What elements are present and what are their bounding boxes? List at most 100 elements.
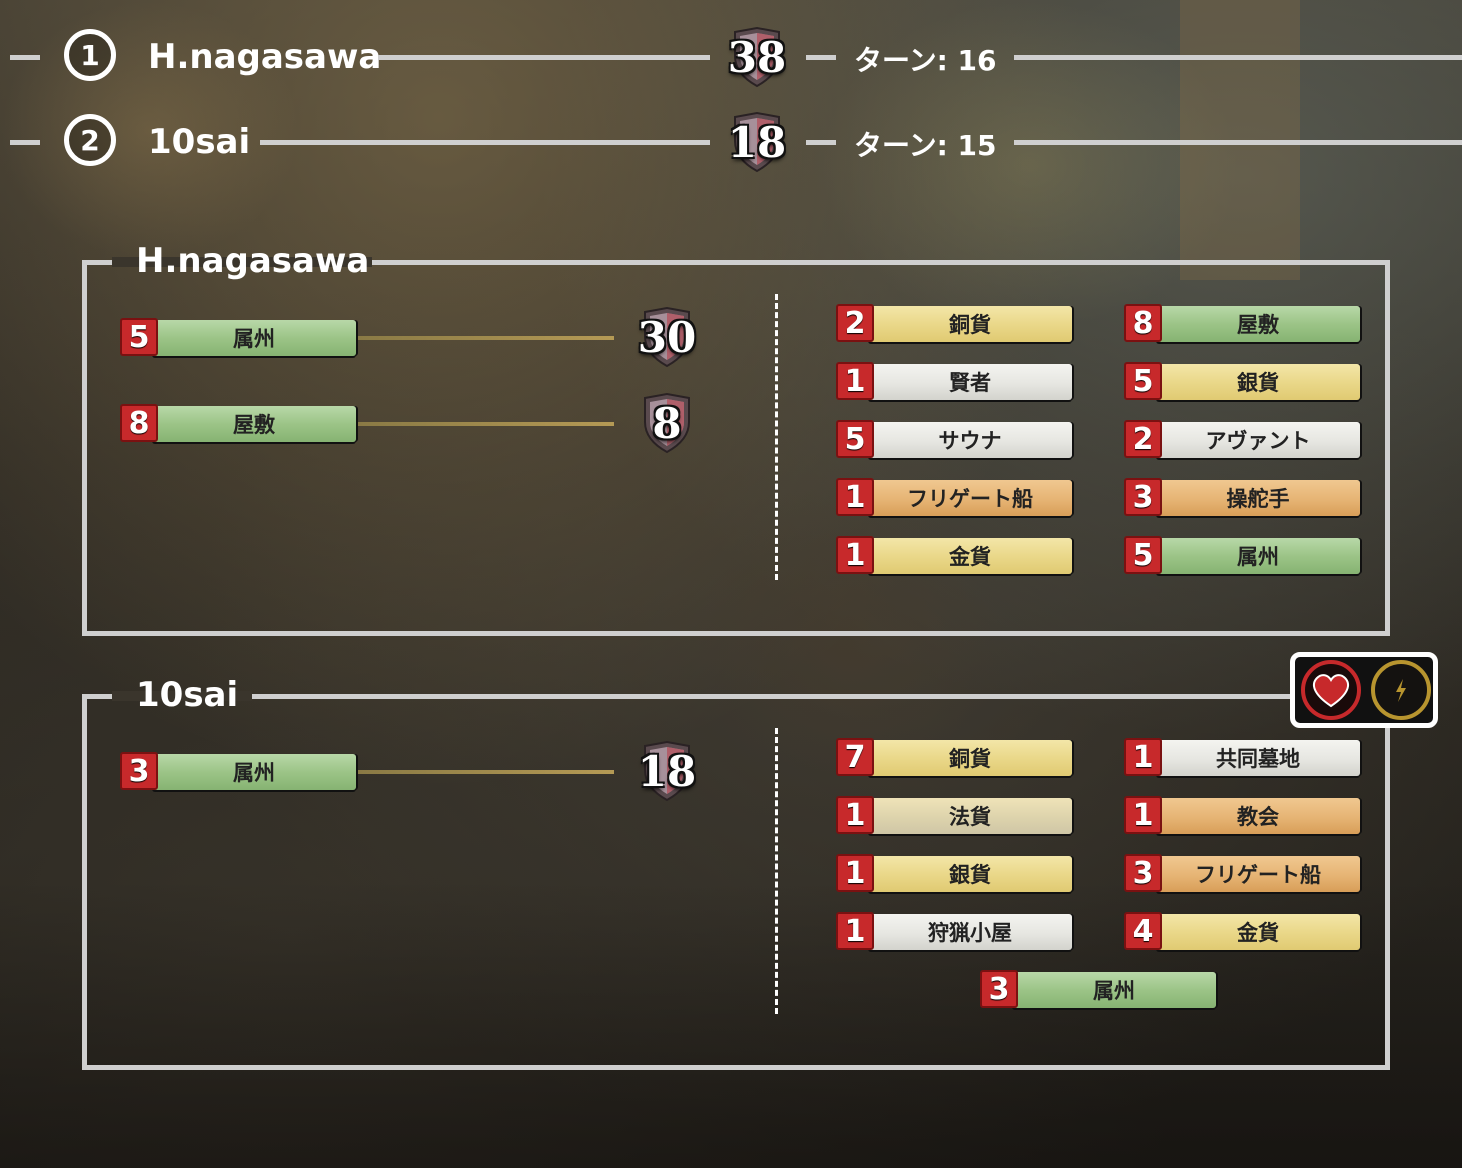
victory-points-shield-icon: 38: [722, 26, 792, 88]
card-count: 1: [1124, 796, 1162, 834]
card-count: 2: [1124, 420, 1162, 458]
victory-points-shield-icon: 18: [632, 740, 702, 802]
score-row-line: [378, 55, 710, 60]
card-name: 狩猟小屋: [868, 914, 1072, 950]
card-name: 屋敷: [1156, 306, 1360, 342]
card-name: 銅貨: [868, 306, 1072, 342]
points-connector: [358, 770, 614, 774]
card-pile[interactable]: 1 狩猟小屋: [836, 912, 1072, 950]
card-name: アヴァント: [1156, 422, 1360, 458]
card-pile[interactable]: 5 サウナ: [836, 420, 1072, 458]
card-count: 5: [1124, 362, 1162, 400]
card-pile[interactable]: 1 共同墓地: [1124, 738, 1360, 776]
card-name: 属州: [1012, 972, 1216, 1008]
card-pile[interactable]: 3 フリゲート船: [1124, 854, 1360, 892]
card-pile[interactable]: 3 操舵手: [1124, 478, 1360, 516]
card-pile[interactable]: 1 法貨: [836, 796, 1072, 834]
card-name: 操舵手: [1156, 480, 1360, 516]
card-count: 2: [836, 304, 874, 342]
card-name: 銅貨: [868, 740, 1072, 776]
card-pile[interactable]: 3 属州: [980, 970, 1216, 1008]
card-pile[interactable]: 1 教会: [1124, 796, 1360, 834]
victory-points-shield-icon: 30: [632, 306, 702, 368]
card-count: 1: [836, 478, 874, 516]
card-name: 金貨: [868, 538, 1072, 574]
card-count: 5: [836, 420, 874, 458]
score-row-line: [1014, 55, 1462, 60]
card-count: 3: [980, 970, 1018, 1008]
card-pile[interactable]: 8 屋敷: [120, 404, 356, 442]
card-pile[interactable]: 5 属州: [1124, 536, 1360, 574]
rank-badge: 2: [64, 114, 116, 166]
score-row-line: [806, 140, 836, 145]
card-name: 属州: [152, 754, 356, 790]
card-name: 属州: [152, 320, 356, 356]
rank-number: 1: [80, 38, 100, 72]
score-row-line: [10, 55, 40, 60]
card-count: 8: [120, 404, 158, 442]
panel-divider: [775, 728, 778, 1014]
card-name: 銀貨: [868, 856, 1072, 892]
card-count: 7: [836, 738, 874, 776]
card-name: フリゲート船: [1156, 856, 1360, 892]
heart-icon[interactable]: [1301, 660, 1361, 720]
card-victory-points: 18: [637, 746, 697, 796]
card-name: 共同墓地: [1156, 740, 1360, 776]
player-name[interactable]: H.nagasawa: [148, 40, 381, 74]
score-row-line: [1014, 140, 1462, 145]
card-name: 法貨: [868, 798, 1072, 834]
score-row-line: [260, 140, 710, 145]
total-victory-points: 38: [727, 32, 787, 82]
panel-player-name: 10sai: [136, 675, 239, 715]
card-pile[interactable]: 2 銅貨: [836, 304, 1072, 342]
card-pile[interactable]: 2 アヴァント: [1124, 420, 1360, 458]
reaction-icons: [1290, 652, 1438, 728]
card-count: 1: [836, 854, 874, 892]
victory-points-shield-icon: 18: [722, 111, 792, 173]
total-victory-points: 18: [727, 117, 787, 167]
card-count: 1: [836, 796, 874, 834]
turn-count: ターン: 15: [854, 129, 997, 162]
card-pile[interactable]: 1 賢者: [836, 362, 1072, 400]
card-name: 属州: [1156, 538, 1360, 574]
card-name: サウナ: [868, 422, 1072, 458]
card-victory-points: 30: [637, 312, 697, 362]
card-count: 3: [1124, 854, 1162, 892]
card-pile[interactable]: 3 属州: [120, 752, 356, 790]
card-name: 教会: [1156, 798, 1360, 834]
card-pile[interactable]: 5 銀貨: [1124, 362, 1360, 400]
card-name: 銀貨: [1156, 364, 1360, 400]
turn-count: ターン: 16: [854, 44, 997, 77]
card-pile[interactable]: 1 フリゲート船: [836, 478, 1072, 516]
card-pile[interactable]: 1 金貨: [836, 536, 1072, 574]
card-count: 4: [1124, 912, 1162, 950]
card-name: フリゲート船: [868, 480, 1072, 516]
lightning-icon[interactable]: [1371, 660, 1431, 720]
panel-player-name: H.nagasawa: [136, 241, 370, 281]
card-count: 1: [836, 912, 874, 950]
card-count: 3: [1124, 478, 1162, 516]
victory-points-shield-icon: 8: [632, 392, 702, 454]
card-name: 屋敷: [152, 406, 356, 442]
card-pile[interactable]: 4 金貨: [1124, 912, 1360, 950]
card-count: 5: [120, 318, 158, 356]
card-pile[interactable]: 1 銀貨: [836, 854, 1072, 892]
score-row-line: [10, 140, 40, 145]
card-count: 1: [1124, 738, 1162, 776]
card-name: 賢者: [868, 364, 1072, 400]
card-count: 3: [120, 752, 158, 790]
card-count: 1: [836, 362, 874, 400]
card-name: 金貨: [1156, 914, 1360, 950]
points-connector: [358, 336, 614, 340]
card-pile[interactable]: 5 属州: [120, 318, 356, 356]
card-count: 1: [836, 536, 874, 574]
panel-divider: [775, 294, 778, 580]
card-victory-points: 8: [652, 398, 682, 448]
card-pile[interactable]: 8 屋敷: [1124, 304, 1360, 342]
player-name[interactable]: 10sai: [148, 125, 250, 159]
score-row-line: [806, 55, 836, 60]
card-count: 5: [1124, 536, 1162, 574]
card-pile[interactable]: 7 銅貨: [836, 738, 1072, 776]
rank-badge: 1: [64, 29, 116, 81]
card-count: 8: [1124, 304, 1162, 342]
